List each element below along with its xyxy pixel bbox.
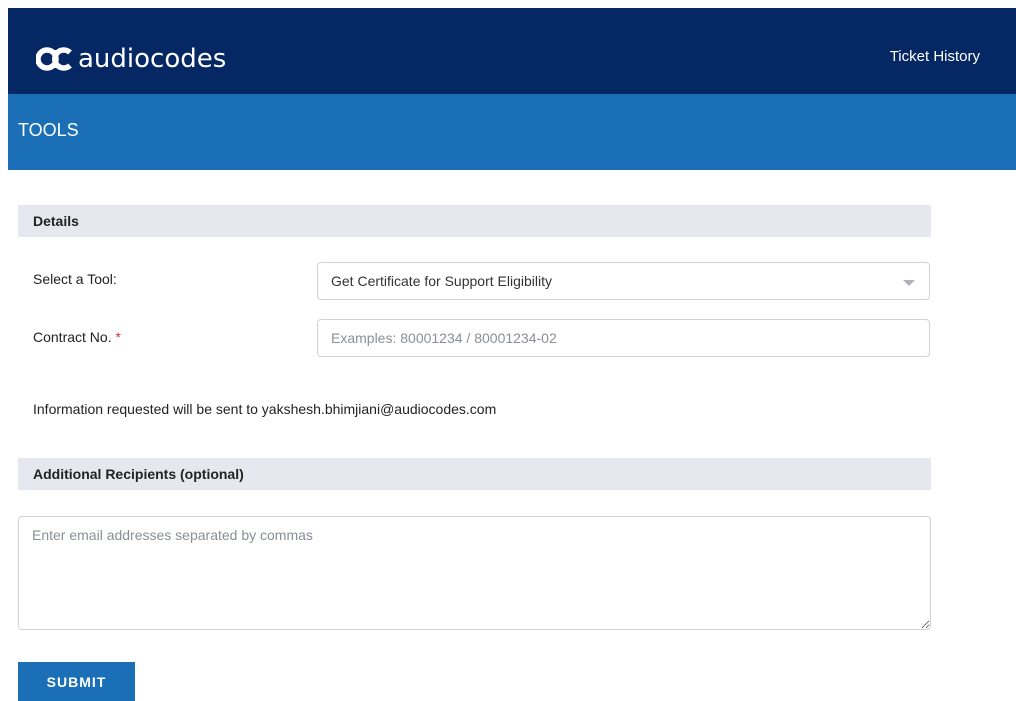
brand-logo[interactable]: audiocodes xyxy=(36,44,226,74)
select-tool-label: Select a Tool: xyxy=(33,271,117,287)
chevron-down-icon xyxy=(903,280,915,286)
additional-recipients-section-header: Additional Recipients (optional) xyxy=(18,458,931,490)
tool-select[interactable]: Get Certificate for Support Eligibility xyxy=(317,262,930,300)
ticket-history-link[interactable]: Ticket History xyxy=(890,48,980,65)
page-title: TOOLS xyxy=(18,120,79,140)
top-navigation-bar: audiocodes Ticket History xyxy=(8,8,1016,94)
brand-name: audiocodes xyxy=(78,44,227,74)
info-recipient-text: Information requested will be sent to ya… xyxy=(33,401,497,417)
contract-number-label-text: Contract No. xyxy=(33,329,112,345)
required-asterisk: * xyxy=(115,329,121,345)
tool-select-value: Get Certificate for Support Eligibility xyxy=(331,273,552,289)
additional-recipients-textarea[interactable] xyxy=(18,516,931,630)
page-header-bar: TOOLS xyxy=(8,94,1016,170)
submit-button[interactable]: SUBMIT xyxy=(18,662,135,701)
details-section-header: Details xyxy=(18,205,931,237)
audiocodes-logo-icon xyxy=(36,47,72,71)
contract-number-label: Contract No. * xyxy=(33,329,121,345)
contract-number-input[interactable] xyxy=(317,319,930,357)
